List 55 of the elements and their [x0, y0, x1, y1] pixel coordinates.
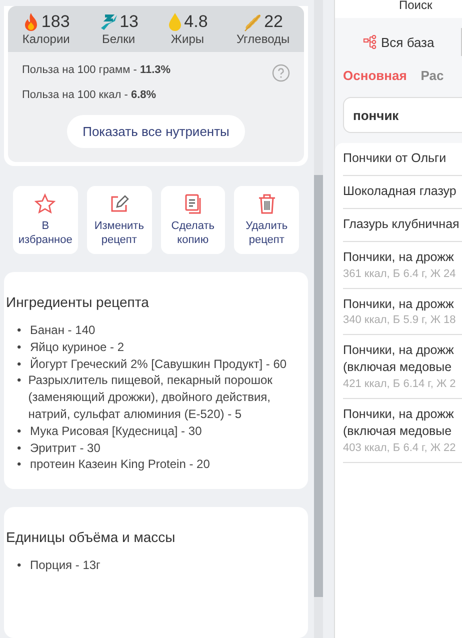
- unit-item: Порция - 13г: [30, 557, 100, 574]
- ingredient-item: Разрыхлитель пищевой, пекарный порошок (заменяющий дрожжи), двойного действия, натрий, сульфат алюминия (Е-520) - 5: [28, 372, 274, 423]
- bullet: •: [17, 456, 22, 474]
- result-name[interactable]: Пончики, на дрожж (включая медовые: [343, 406, 462, 440]
- ingredient-item: Мука Рисовая [Кудесница] - 30: [30, 422, 202, 440]
- ingredient-item: протеин Казеин King Protein - 20: [30, 456, 210, 474]
- result-details: 421 ккал, Б 6.14 г, Ж 2: [343, 378, 457, 390]
- benefit-text: Польза на 100 ккал - 6.8%: [22, 89, 158, 101]
- scrollbar-thumb[interactable]: [314, 175, 323, 597]
- ingredient-item: Яйцо куриное - 2: [30, 338, 124, 356]
- result-details: 361 ккал, Б 6.4 г, Ж 24: [343, 268, 457, 280]
- bullet: •: [17, 322, 22, 339]
- bullet: •: [17, 372, 22, 390]
- action-button[interactable]: Удалить рецепт: [234, 186, 299, 254]
- macro-value: 4.8: [184, 12, 208, 32]
- database-tab[interactable]: Вся база: [343, 34, 434, 50]
- result-name[interactable]: Пончики от Ольги: [343, 150, 462, 167]
- macro-value: 183: [41, 12, 70, 32]
- result-name[interactable]: Шоколадная глазур: [343, 182, 462, 200]
- result-details: 403 ккал, Б 6.4 г, Ж 22: [343, 442, 457, 454]
- search-field[interactable]: пончик: [343, 97, 462, 133]
- result-name[interactable]: Пончики, на дрожж: [343, 296, 462, 312]
- star-icon: [34, 192, 56, 215]
- macro-value: 22: [264, 12, 283, 32]
- bullet: •: [17, 440, 22, 456]
- ingredient-item: Эритрит - 30: [30, 440, 100, 456]
- panel-title: Поиск: [335, 0, 462, 18]
- macro-label: Углеводы: [236, 32, 290, 46]
- macro-label: Калории: [22, 32, 70, 46]
- wheat-icon: [243, 12, 264, 32]
- result-name[interactable]: Глазурь клубничная: [343, 216, 462, 233]
- drop-icon: [167, 12, 184, 32]
- section-title: Ингредиенты рецепта: [5, 294, 150, 310]
- tree-icon: [363, 35, 377, 49]
- result-name[interactable]: Пончики, на дрожж: [343, 248, 462, 266]
- show-nutrients-button[interactable]: Показать все нутриенты: [66, 115, 246, 148]
- result-name[interactable]: Пончики, на дрожж (включая медовые: [343, 342, 462, 376]
- section-title: Единицы объёма и массы: [5, 529, 176, 546]
- bullet: •: [17, 557, 22, 574]
- scrollbar[interactable]: [314, 0, 323, 638]
- bullet: •: [17, 422, 22, 440]
- macro-value: 13: [120, 12, 138, 32]
- action-button[interactable]: Изменить рецепт: [86, 186, 152, 254]
- macro-label: Белки: [102, 32, 136, 46]
- twist-icon: [98, 12, 119, 32]
- help-icon[interactable]: [272, 64, 290, 82]
- action-button[interactable]: Сделать копию: [160, 186, 226, 254]
- result-details: 340 ккал, Б 5.9 г, Ж 18: [343, 314, 457, 326]
- bullet: •: [17, 338, 22, 356]
- benefit-text: Польза на 100 грамм - 11.3%: [22, 64, 171, 76]
- bullet: •: [17, 356, 22, 372]
- action-button[interactable]: В избранное: [13, 186, 78, 254]
- macro-label: Жиры: [170, 32, 204, 46]
- ingredient-item: Банан - 140: [30, 322, 96, 339]
- ingredient-item: Йогурт Греческий 2% [Савушкин Продукт] - 60: [30, 356, 287, 372]
